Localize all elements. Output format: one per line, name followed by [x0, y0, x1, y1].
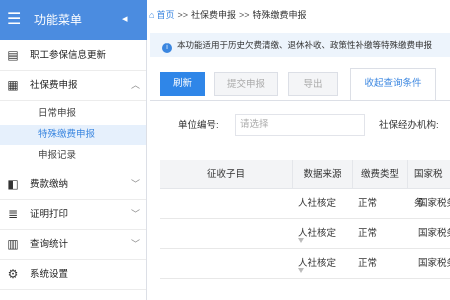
sidebar-subitem-label: 日常申报 — [38, 108, 77, 119]
sidebar-item-insured-info[interactable]: ▤ 职工参保信息更新 — [0, 42, 146, 71]
cell-type: 正常 — [358, 198, 378, 209]
table-row[interactable]: 人社核定 正常 国家税务总局 — [160, 189, 450, 219]
chevron-down-icon: ﹀ — [131, 239, 141, 249]
sidebar-item-declaration[interactable]: ▦ 社保费申报 ︿ — [0, 72, 146, 101]
menu-icon: ☰ — [7, 11, 22, 28]
chart-icon: ▥ — [7, 237, 19, 251]
info-icon: i — [162, 43, 172, 53]
chevron-down-icon: ﹀ — [131, 179, 141, 189]
sidebar-item-label: 证明打印 — [30, 209, 69, 220]
notice-bar: i 本功能适用于历史欠费清缴、退休补收、政策性补缴等特殊缴费申报 — [150, 33, 450, 57]
calendar-icon: ▦ — [7, 78, 19, 92]
chevron-up-icon: ︿ — [131, 80, 141, 90]
agency-label: 社保经办机构: — [379, 120, 439, 131]
table-row[interactable]: 人社核定 正常 国家税务总局 — [160, 249, 450, 279]
table-row[interactable]: 人社核定 正常 国家税务总局 — [160, 219, 450, 249]
sidebar-item-label: 职工参保信息更新 — [30, 50, 107, 61]
sidebar-subitem-label: 申报记录 — [38, 150, 77, 161]
sidebar-item-settings[interactable]: ⚙ 系统设置 — [0, 261, 146, 290]
sidebar-header: ☰ 功能菜单 ◂ — [0, 0, 147, 40]
sidebar-item-label: 社保费申报 — [30, 80, 78, 91]
breadcrumb-home[interactable]: 首页 — [156, 10, 174, 20]
sidebar-subitem-records[interactable]: 申报记录 — [0, 146, 146, 166]
home-icon[interactable]: ⌂ — [149, 10, 154, 20]
breadcrumb-separator: >> — [238, 10, 250, 20]
collapse-arrow-icon[interactable]: ◂ — [122, 12, 128, 26]
dropdown-marker-icon — [298, 238, 304, 243]
sidebar-subitem-daily[interactable]: 日常申报 — [0, 104, 146, 124]
sidebar-item-payment[interactable]: ◧ 费款缴纳 ﹀ — [0, 171, 146, 200]
cell-source: 人社核定 — [298, 228, 337, 239]
column-header-source: 数据来源 — [293, 160, 353, 189]
cell-type: 正常 — [358, 228, 378, 239]
cell-agency: 国家税务总局 — [418, 228, 450, 239]
column-header-item: 征收子目 — [160, 160, 293, 189]
sidebar-item-label: 查询统计 — [30, 239, 69, 250]
cell-source: 人社核定 — [298, 258, 337, 269]
chevron-down-icon: ﹀ — [131, 209, 141, 219]
sidebar: ☰ 功能菜单 ◂ ▤ 职工参保信息更新 ▦ 社保费申报 ︿ 日常申报 特殊缴费申… — [0, 0, 147, 300]
cell-source: 人社核定 — [298, 198, 337, 209]
collapse-query-tab[interactable]: 收起查询条件 — [350, 68, 436, 100]
submit-button[interactable]: 提交申报 — [214, 72, 278, 96]
breadcrumb-level2: 特殊缴费申报 — [252, 10, 307, 20]
breadcrumb-separator: >> — [177, 10, 188, 20]
cell-agency: 国家税务总局 — [418, 258, 450, 269]
sidebar-item-label: 费款缴纳 — [30, 179, 69, 190]
cell-agency: 国家税务总局 — [418, 198, 450, 209]
sidebar-item-stats[interactable]: ▥ 查询统计 ﹀ — [0, 231, 146, 260]
gear-icon: ⚙ — [7, 267, 19, 281]
sidebar-item-label: 系统设置 — [30, 269, 69, 280]
list-icon: ≣ — [7, 207, 19, 221]
export-button[interactable]: 导出 — [288, 72, 338, 96]
cell-type: 正常 — [358, 258, 378, 269]
sidebar-subitem-label: 特殊缴费申报 — [38, 129, 96, 140]
tab-divider — [150, 100, 450, 101]
unit-number-label: 单位编号: — [178, 120, 219, 131]
data-table: 征收子目 数据来源 缴费类型 国家税务 人社核定 正常 国家税务总局 人社核定 … — [160, 160, 450, 285]
dropdown-marker-icon — [298, 268, 304, 273]
unit-number-select[interactable]: 请选择 — [235, 114, 365, 136]
bookmark-icon: ◧ — [7, 177, 19, 191]
sidebar-title: 功能菜单 — [34, 13, 83, 27]
sidebar-subitem-special[interactable]: 特殊缴费申报 — [0, 125, 146, 145]
sidebar-item-print[interactable]: ≣ 证明打印 ﹀ — [0, 201, 146, 230]
document-icon: ▤ — [7, 48, 19, 62]
column-header-agency: 国家税务 — [408, 160, 450, 209]
breadcrumb-level1[interactable]: 社保费申报 — [191, 10, 236, 20]
breadcrumb: ⌂ 首页 >> 社保费申报 >> 特殊缴费申报 — [149, 8, 450, 24]
column-header-type: 缴费类型 — [353, 160, 408, 189]
refresh-button[interactable]: 刷新 — [160, 72, 205, 96]
notice-text: 本功能适用于历史欠费清缴、退休补收、政策性补缴等特殊缴费申报 — [177, 40, 433, 50]
